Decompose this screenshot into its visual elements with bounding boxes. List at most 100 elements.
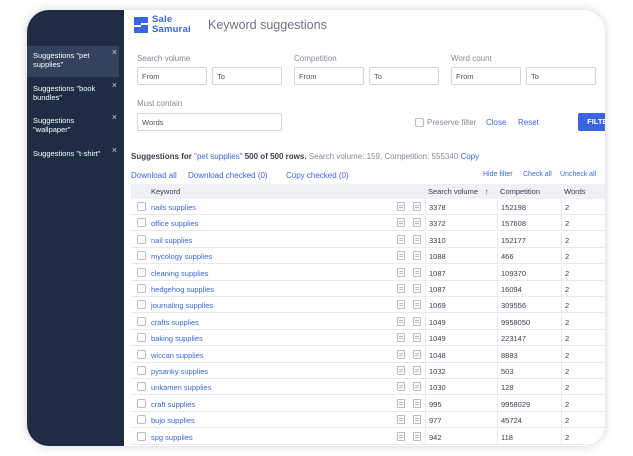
document-icon[interactable] [413,218,421,228]
check-all-link[interactable]: Check all [523,171,552,178]
sidebar-item-t-shirt[interactable]: Suggestions "t-shirt" × [27,144,119,175]
keyword-link[interactable]: crafts supplies [151,318,199,327]
keyword-link[interactable]: office supplies [151,219,198,228]
download-checked-link[interactable]: Download checked (0) [188,171,268,180]
document-icon[interactable] [413,398,421,408]
table-row[interactable]: cleaning supplies 1087 109370 2 [131,264,605,281]
word-count-to-input[interactable] [526,67,596,85]
document-icon[interactable] [413,267,421,277]
column-header-competition[interactable]: Competition [500,187,540,196]
row-checkbox[interactable] [137,284,146,293]
copy-icon[interactable] [397,316,405,326]
copy-icon[interactable] [397,382,405,392]
table-row[interactable]: unkamen supplies 1030 128 2 [131,379,605,396]
row-checkbox[interactable] [137,316,146,326]
sidebar-item-pet-supplies[interactable]: Suggestions "pet supplies" × [27,46,119,77]
row-checkbox[interactable] [137,382,146,392]
keyword-link[interactable]: mycology supplies [151,252,212,261]
competition-from-input[interactable] [294,67,364,85]
search-volume-to-input[interactable] [212,67,282,85]
competition-to-input[interactable] [369,67,439,85]
keyword-link[interactable]: journaling supplies [151,301,213,310]
copy-icon[interactable] [397,202,405,211]
table-row[interactable]: journaling supplies 1069 309556 2 [131,297,605,314]
sidebar-item-book-bundles[interactable]: Suggestions "book bundles" × [27,79,119,110]
column-header-search-volume[interactable]: Search volume [428,187,478,196]
row-checkbox[interactable] [137,366,146,375]
close-icon[interactable]: × [112,113,117,122]
keyword-link[interactable]: unkamen supplies [151,383,211,392]
table-row[interactable]: bujo supplies 977 45724 2 [131,412,605,429]
table-row[interactable]: baking supplies 1049 223147 2 [131,330,605,347]
search-volume-from-input[interactable] [137,67,207,85]
row-checkbox[interactable] [137,333,146,343]
document-icon[interactable] [413,284,421,293]
copy-icon[interactable] [397,251,405,261]
table-row[interactable]: pysanky supplies 1032 503 2 [131,363,605,379]
copy-icon[interactable] [397,284,405,293]
keyword-link[interactable]: bujo supplies [151,416,195,425]
document-icon[interactable] [413,316,421,326]
keyword-link[interactable]: baking supplies [151,334,203,343]
document-icon[interactable] [413,431,421,441]
document-icon[interactable] [413,251,421,261]
uncheck-all-link[interactable]: Uncheck all [560,171,596,178]
table-row[interactable]: nail supplies 3310 152177 2 [131,231,605,248]
document-icon[interactable] [413,234,421,244]
keyword-link[interactable]: nail supplies [151,236,192,245]
table-row[interactable]: wiccan supplies 1048 8883 2 [131,346,605,363]
table-row[interactable]: hedgehog supplies 1087 16094 2 [131,281,605,297]
close-icon[interactable]: × [112,81,117,90]
keyword-link[interactable]: spg supplies [151,433,193,442]
copy-icon[interactable] [397,398,405,408]
keyword-link[interactable]: pysanky supplies [151,367,208,376]
copy-icon[interactable] [397,267,405,277]
keyword-link[interactable]: nails supplies [151,203,196,212]
word-count-from-input[interactable] [451,67,521,85]
row-checkbox[interactable] [137,349,146,359]
copy-icon[interactable] [397,366,405,375]
copy-icon[interactable] [397,333,405,343]
copy-summary-link[interactable]: Copy [460,152,479,161]
row-checkbox[interactable] [137,415,146,425]
keyword-link[interactable]: cleaning supplies [151,269,209,278]
sort-asc-icon[interactable]: ↑ [485,187,489,196]
filter-button[interactable]: FILTER [578,113,605,131]
copy-icon[interactable] [397,234,405,244]
document-icon[interactable] [413,349,421,359]
close-icon[interactable]: × [112,48,117,57]
table-row[interactable]: nails supplies 3378 152198 2 [131,199,605,215]
keyword-link[interactable]: hedgehog supplies [151,285,214,294]
copy-icon[interactable] [397,349,405,359]
row-checkbox[interactable] [137,218,146,228]
copy-icon[interactable] [397,218,405,228]
close-icon[interactable]: × [112,146,117,155]
table-row[interactable]: crafts supplies 1049 9958050 2 [131,313,605,330]
row-checkbox[interactable] [137,300,146,310]
document-icon[interactable] [413,366,421,375]
table-row[interactable]: spg supplies 942 118 2 [131,428,605,445]
keyword-link[interactable]: craft supplies [151,400,195,409]
document-icon[interactable] [413,415,421,425]
column-header-keyword[interactable]: Keyword [151,187,180,196]
reset-filter-link[interactable]: Reset [518,118,539,127]
row-checkbox[interactable] [137,234,146,244]
close-filter-link[interactable]: Close [486,118,506,127]
preserve-filter-checkbox[interactable] [415,118,424,127]
document-icon[interactable] [413,382,421,392]
must-contain-input[interactable] [137,113,282,131]
document-icon[interactable] [413,300,421,310]
table-row[interactable]: craft supplies 995 9958029 2 [131,395,605,412]
document-icon[interactable] [413,333,421,343]
table-row[interactable]: office supplies 3372 157608 2 [131,215,605,232]
row-checkbox[interactable] [137,431,146,441]
row-checkbox[interactable] [137,202,146,211]
copy-icon[interactable] [397,300,405,310]
download-all-link[interactable]: Download all [131,171,177,180]
row-checkbox[interactable] [137,267,146,277]
row-checkbox[interactable] [137,398,146,408]
keyword-link[interactable]: wiccan supplies [151,351,204,360]
copy-icon[interactable] [397,415,405,425]
sidebar-item-wallpaper[interactable]: Suggestions "wallpaper" × [27,111,119,142]
row-checkbox[interactable] [137,251,146,261]
